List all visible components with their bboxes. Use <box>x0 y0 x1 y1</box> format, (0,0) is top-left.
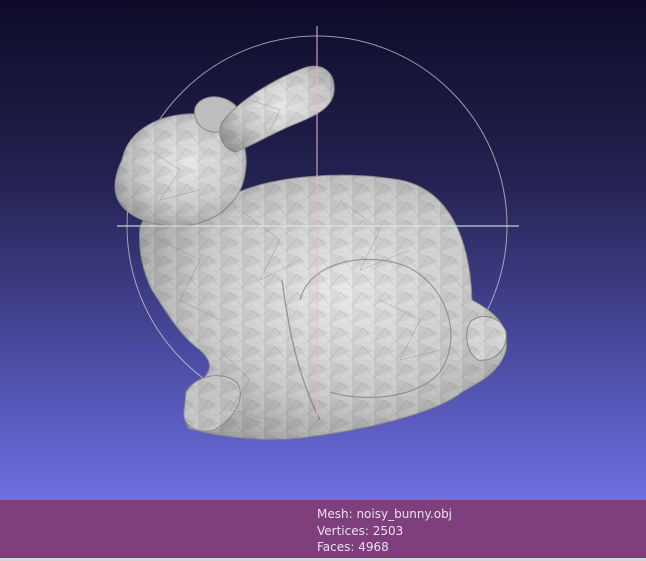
faces-count-label: Faces: 4968 <box>317 540 389 554</box>
viewport-canvas[interactable] <box>0 0 646 500</box>
mesh-info: Mesh: noisy_bunny.obj Vertices: 2503 Fac… <box>317 506 452 556</box>
mesh-info-bar: Mesh: noisy_bunny.obj Vertices: 2503 Fac… <box>0 500 646 561</box>
mesh-name-label: Mesh: noisy_bunny.obj <box>317 507 453 521</box>
vertices-count-label: Vertices: 2503 <box>317 523 404 538</box>
3d-viewport[interactable] <box>0 0 646 500</box>
bunny-mesh[interactable] <box>114 65 507 440</box>
